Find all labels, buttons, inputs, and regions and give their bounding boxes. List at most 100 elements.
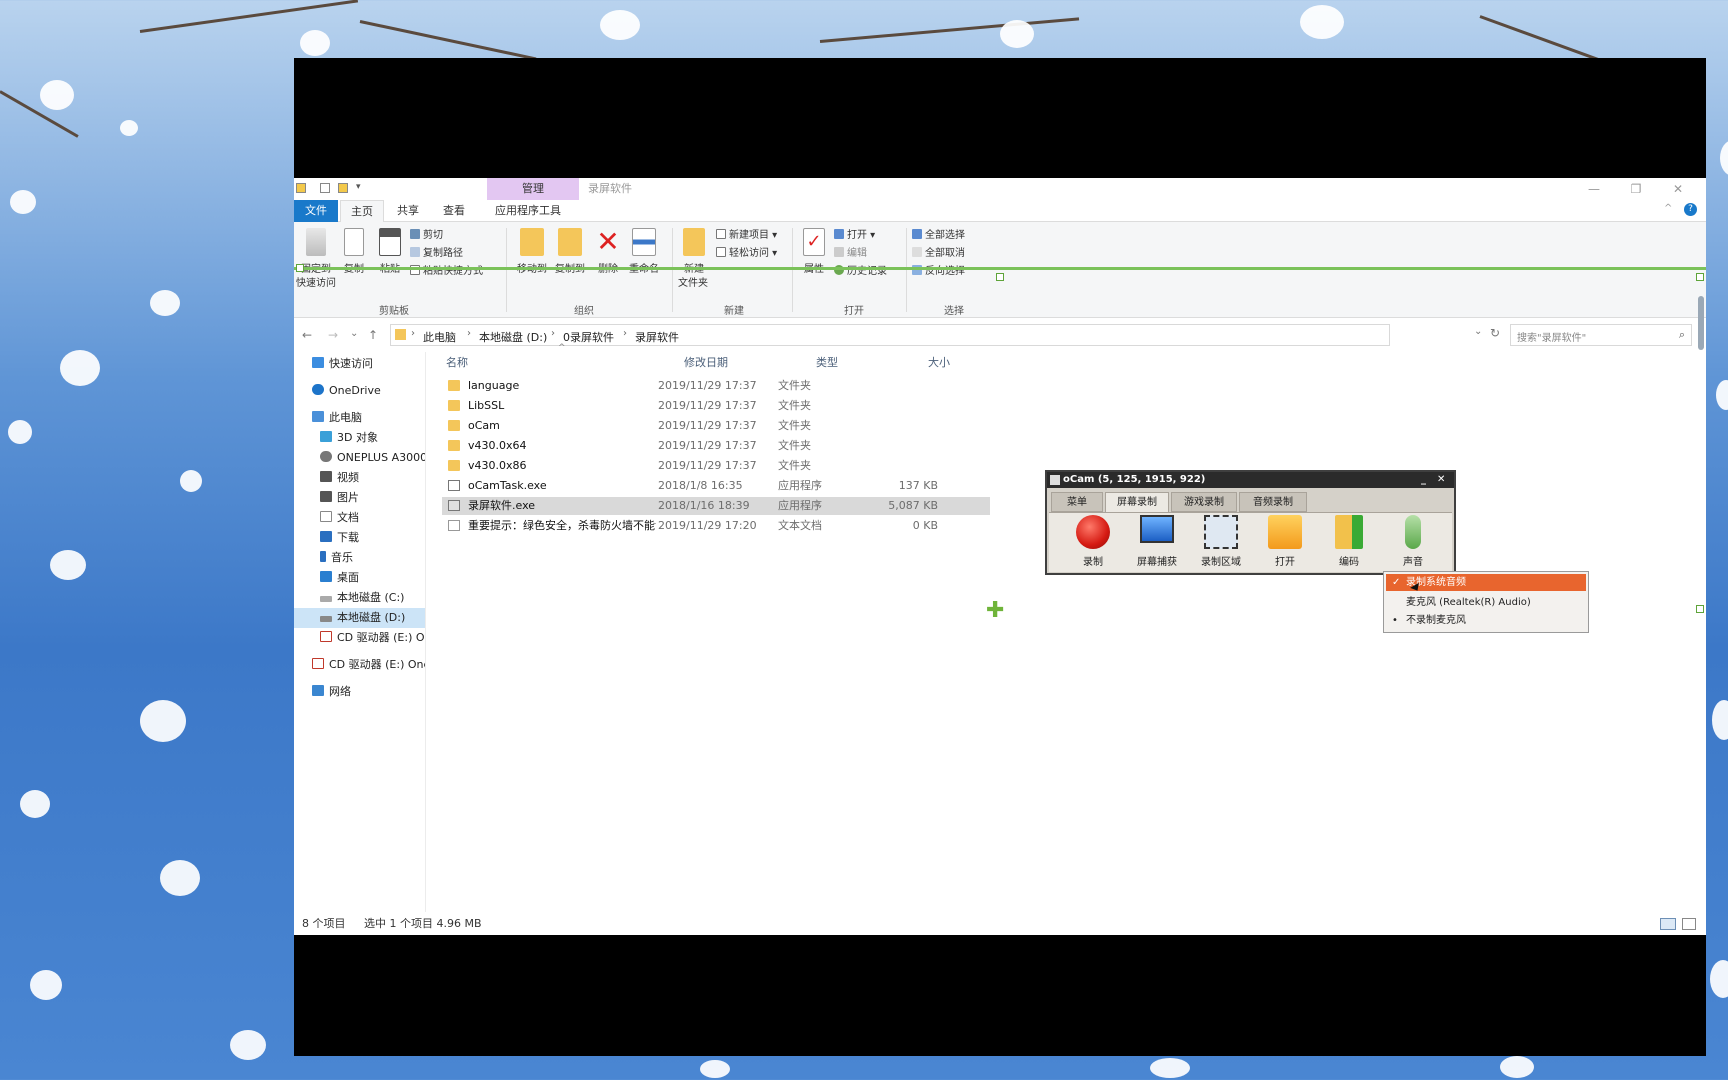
breadcrumb-recorder-parent[interactable]: 0录屏软件 — [563, 329, 614, 345]
edit-button[interactable]: 编辑 — [834, 246, 867, 262]
up-arrow-icon[interactable]: ↑ — [368, 328, 378, 342]
cd-drive-icon — [320, 631, 332, 642]
network-icon — [312, 685, 324, 696]
cut-button[interactable]: 剪切 — [410, 228, 443, 244]
ocam-minimize-button[interactable]: _ — [1421, 472, 1426, 488]
restore-button[interactable]: ❐ — [1616, 178, 1656, 200]
nav-item-quick-access[interactable]: 快速访问 — [294, 354, 425, 374]
details-view-icon[interactable] — [1660, 918, 1676, 930]
menu-item-microphone[interactable]: 麦克风 (Realtek(R) Audio) — [1386, 594, 1586, 611]
nav-item-documents[interactable]: 文档 — [294, 508, 425, 528]
ocam-open-button[interactable]: 打开 — [1255, 515, 1315, 568]
collapse-ribbon-icon[interactable]: ^ — [1664, 203, 1672, 214]
ocam-tab-menu[interactable]: 菜单 — [1051, 492, 1103, 512]
ocam-tab-screen-record[interactable]: 屏幕录制 — [1105, 492, 1169, 512]
tab-share[interactable]: 共享 — [386, 200, 430, 222]
nav-item-onedrive[interactable]: OneDrive — [294, 381, 425, 401]
open-button[interactable]: 打开 ▾ — [834, 228, 875, 244]
new-folder-icon[interactable] — [338, 183, 348, 193]
address-bar[interactable]: › 此电脑 › 本地磁盘 (D:) › 0录屏软件 › 录屏软件 — [390, 324, 1390, 346]
nav-item-downloads[interactable]: 下载 — [294, 528, 425, 548]
capture-handle[interactable] — [1696, 273, 1704, 281]
tab-view[interactable]: 查看 — [432, 200, 476, 222]
nav-item-music[interactable]: 音乐 — [294, 548, 425, 568]
move-cursor-icon[interactable]: ✚ — [986, 598, 1004, 623]
nav-item-cd-drive-sub[interactable]: CD 驱动器 (E:) On — [294, 628, 425, 648]
capture-handle[interactable] — [996, 273, 1004, 281]
nav-item-drive-d[interactable]: 本地磁盘 (D:) — [294, 608, 425, 628]
column-header-type[interactable]: 类型 — [816, 354, 838, 370]
ocam-screenshot-button[interactable]: 屏幕捕获 — [1127, 515, 1187, 568]
select-all-button[interactable]: 全部选择 — [912, 228, 965, 244]
nav-item-videos[interactable]: 视频 — [294, 468, 425, 488]
group-organize-label: 组织 — [574, 306, 594, 317]
capture-handle[interactable] — [296, 264, 304, 272]
nav-item-desktop[interactable]: 桌面 — [294, 568, 425, 588]
large-icons-view-icon[interactable] — [1682, 918, 1696, 930]
file-row[interactable]: oCam 2019/11/29 17:37 文件夹 — [442, 417, 990, 435]
qat-dropdown-icon[interactable]: ▾ — [356, 182, 361, 192]
file-row[interactable]: 重要提示：绿色安全，杀毒防火墙不能识... 2019/11/29 17:20 文… — [442, 517, 990, 535]
close-button[interactable]: ✕ — [1658, 178, 1698, 200]
tab-manage[interactable]: 管理 — [487, 178, 579, 200]
column-header-name[interactable]: 名称 — [446, 354, 468, 370]
ocam-tab-game-record[interactable]: 游戏录制 — [1171, 492, 1237, 512]
nav-item-pictures[interactable]: 图片 — [294, 488, 425, 508]
capture-handle[interactable] — [1696, 605, 1704, 613]
recent-dropdown-icon[interactable]: ⌄ — [350, 328, 358, 339]
file-date: 2018/1/8 16:35 — [658, 479, 743, 492]
refresh-icon[interactable]: ↻ — [1490, 326, 1500, 340]
ocam-codec-button[interactable]: 编码 — [1319, 515, 1379, 568]
ocam-window: oCam (5, 125, 1915, 922) _ ✕ 菜单 屏幕录制 游戏录… — [1045, 470, 1456, 575]
file-row[interactable]: v430.0x64 2019/11/29 17:37 文件夹 — [442, 437, 990, 455]
ocam-title-bar[interactable]: oCam (5, 125, 1915, 922) _ ✕ — [1047, 472, 1454, 488]
forward-arrow-icon[interactable]: → — [328, 328, 338, 342]
breadcrumb-this-pc[interactable]: 此电脑 — [423, 329, 456, 345]
ocam-record-button[interactable]: 录制 — [1063, 515, 1123, 568]
ocam-tab-audio-record[interactable]: 音频录制 — [1239, 492, 1307, 512]
breadcrumb-drive-d[interactable]: 本地磁盘 (D:) — [479, 329, 547, 345]
new-item-label: 新建项目 ▾ — [729, 230, 778, 241]
address-dropdown-icon[interactable]: ⌄ — [1474, 326, 1482, 337]
nav-label: 此电脑 — [329, 411, 362, 424]
menu-item-no-microphone[interactable]: • 不录制麦克风 — [1386, 612, 1586, 629]
nav-item-oneplus[interactable]: ONEPLUS A3000 — [294, 448, 425, 468]
back-arrow-icon[interactable]: ← — [302, 328, 312, 342]
column-header-size[interactable]: 大小 — [928, 354, 950, 370]
search-input[interactable]: 搜索"录屏软件" ⌕ — [1510, 324, 1692, 346]
help-icon[interactable]: ? — [1684, 203, 1697, 216]
file-row[interactable]: oCamTask.exe 2018/1/8 16:35 应用程序 137 KB — [442, 477, 990, 495]
ribbon-separator — [792, 228, 793, 312]
breadcrumb-current[interactable]: 录屏软件 — [635, 329, 679, 345]
file-row[interactable]: language 2019/11/29 17:37 文件夹 — [442, 377, 990, 395]
nav-item-drive-c[interactable]: 本地磁盘 (C:) — [294, 588, 425, 608]
nav-item-cd-drive[interactable]: CD 驱动器 (E:) One — [294, 655, 425, 675]
scrollbar[interactable] — [1698, 296, 1704, 350]
tab-file[interactable]: 文件 — [294, 200, 338, 222]
nav-item-3d-objects[interactable]: 3D 对象 — [294, 428, 425, 448]
ocam-open-label: 打开 — [1275, 557, 1295, 568]
group-new-label: 新建 — [724, 306, 744, 317]
tab-app-tools[interactable]: 应用程序工具 — [478, 200, 578, 222]
ocam-close-button[interactable]: ✕ — [1437, 472, 1445, 488]
ocam-region-button[interactable]: 录制区域 — [1191, 515, 1251, 568]
open-icon — [834, 229, 844, 239]
folder-icon — [448, 400, 460, 411]
file-type: 文件夹 — [778, 379, 811, 392]
file-row[interactable]: LibSSL 2019/11/29 17:37 文件夹 — [442, 397, 990, 415]
ocam-sound-button[interactable]: 声音 — [1383, 515, 1443, 568]
file-row-selected[interactable]: 录屏软件.exe 2018/1/16 18:39 应用程序 5,087 KB — [442, 497, 990, 515]
minimize-button[interactable]: — — [1574, 178, 1614, 200]
easy-access-button[interactable]: 轻松访问 ▾ — [716, 246, 777, 262]
nav-item-this-pc[interactable]: 此电脑 — [294, 408, 425, 428]
file-row[interactable]: v430.0x86 2019/11/29 17:37 文件夹 — [442, 457, 990, 475]
nav-item-network[interactable]: 网络 — [294, 682, 425, 702]
new-item-button[interactable]: 新建项目 ▾ — [716, 228, 777, 244]
properties-check-icon[interactable] — [320, 183, 330, 193]
breadcrumb-separator: › — [467, 328, 471, 339]
select-none-button[interactable]: 全部取消 — [912, 246, 965, 262]
tab-home[interactable]: 主页 — [340, 200, 384, 222]
copy-path-button[interactable]: 复制路径 — [410, 246, 463, 262]
column-header-date[interactable]: 修改日期 — [684, 354, 728, 370]
ocam-screenshot-label: 屏幕捕获 — [1137, 557, 1177, 568]
